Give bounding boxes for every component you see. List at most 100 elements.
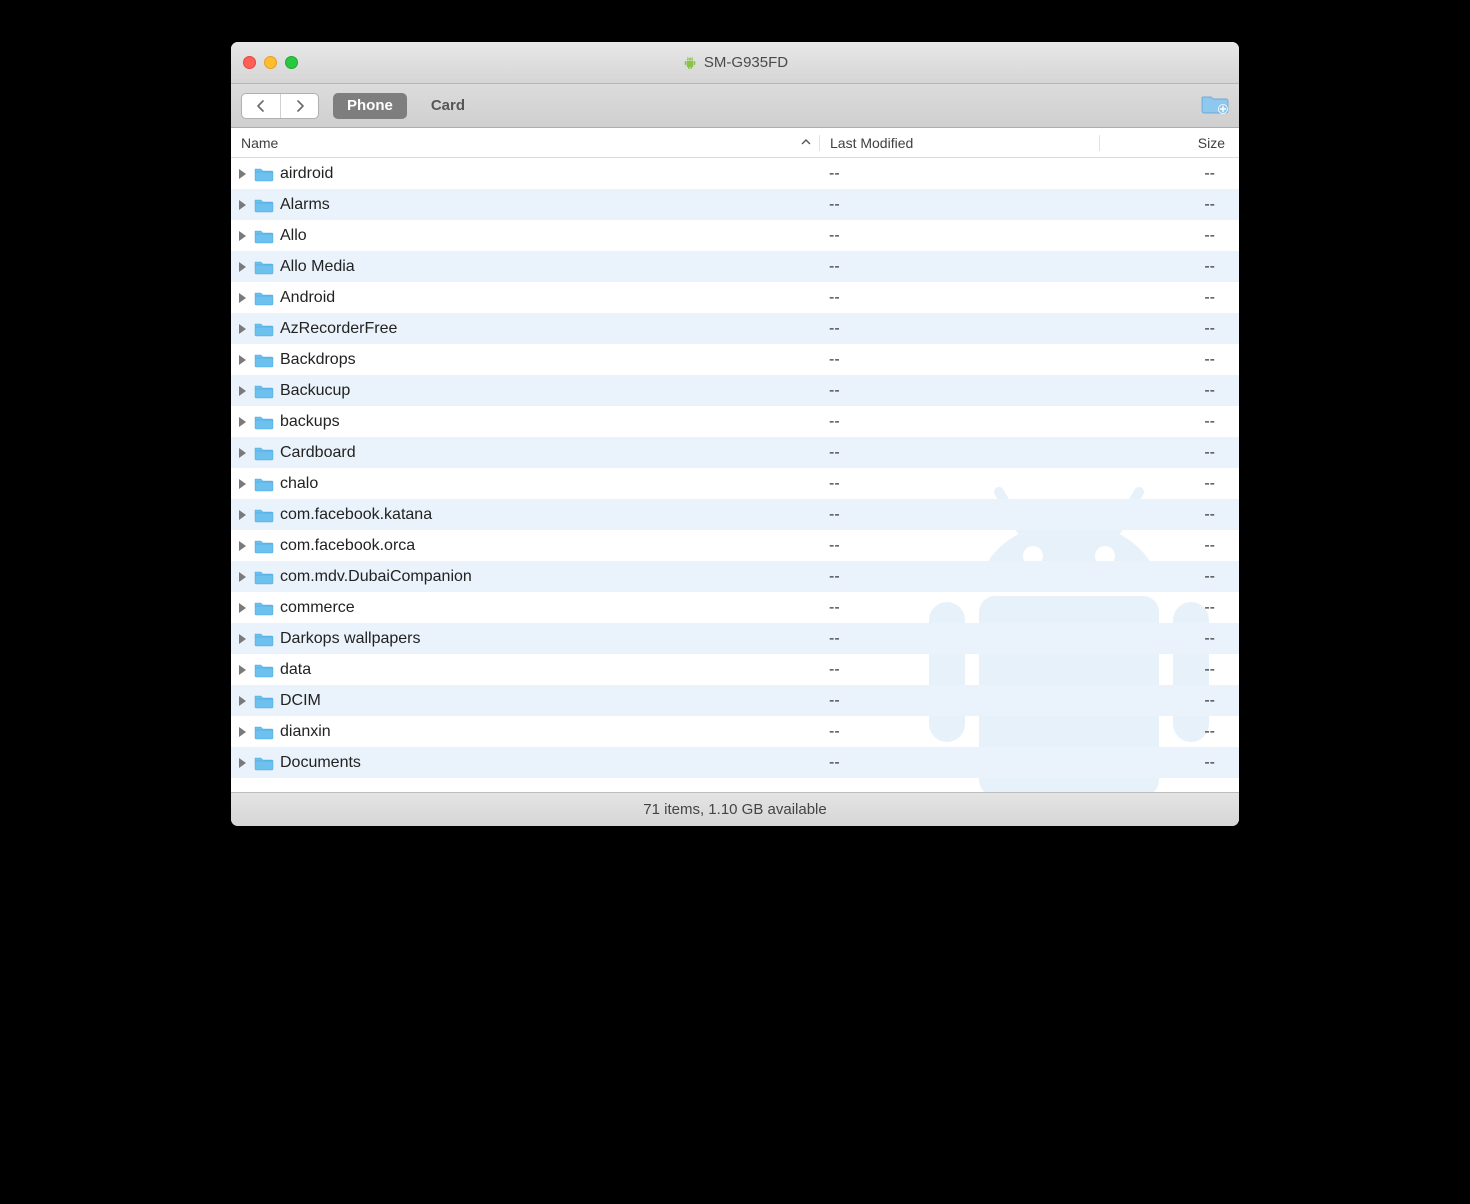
- disclosure-triangle-icon[interactable]: [239, 603, 246, 613]
- nav-back-button[interactable]: [242, 94, 280, 118]
- table-row[interactable]: com.facebook.katana -- --: [231, 499, 1239, 530]
- folder-icon: [254, 693, 274, 709]
- table-row[interactable]: Darkops wallpapers -- --: [231, 623, 1239, 654]
- disclosure-triangle-icon[interactable]: [239, 758, 246, 768]
- file-name: Documents: [280, 754, 361, 772]
- file-size: --: [1099, 165, 1239, 183]
- sort-indicator-icon: [801, 137, 811, 149]
- disclosure-triangle-icon[interactable]: [239, 293, 246, 303]
- folder-add-icon: [1201, 91, 1229, 115]
- file-name: Backucup: [280, 382, 350, 400]
- file-name: Allo Media: [280, 258, 355, 276]
- table-row[interactable]: Allo Media -- --: [231, 251, 1239, 282]
- table-row[interactable]: com.mdv.DubaiCompanion -- --: [231, 561, 1239, 592]
- file-name: airdroid: [280, 165, 333, 183]
- disclosure-triangle-icon[interactable]: [239, 665, 246, 675]
- tab-card[interactable]: Card: [417, 93, 479, 119]
- disclosure-triangle-icon[interactable]: [239, 727, 246, 737]
- column-size[interactable]: Size: [1099, 135, 1239, 151]
- nav-back-forward: [241, 93, 319, 119]
- folder-icon: [254, 321, 274, 337]
- folder-icon: [254, 290, 274, 306]
- table-row[interactable]: Backucup -- --: [231, 375, 1239, 406]
- file-size: --: [1099, 692, 1239, 710]
- file-size: --: [1099, 227, 1239, 245]
- table-row[interactable]: chalo -- --: [231, 468, 1239, 499]
- disclosure-triangle-icon[interactable]: [239, 479, 246, 489]
- columns-header: Name Last Modified Size: [231, 128, 1239, 158]
- folder-icon: [254, 383, 274, 399]
- app-window: SM-G935FD Phone Card: [231, 42, 1239, 826]
- table-row[interactable]: DCIM -- --: [231, 685, 1239, 716]
- disclosure-triangle-icon[interactable]: [239, 417, 246, 427]
- chevron-right-icon: [294, 100, 306, 112]
- file-size: --: [1099, 568, 1239, 586]
- table-row[interactable]: com.facebook.orca -- --: [231, 530, 1239, 561]
- disclosure-triangle-icon[interactable]: [239, 355, 246, 365]
- file-modified: --: [819, 351, 1099, 369]
- folder-icon: [254, 228, 274, 244]
- file-size: --: [1099, 351, 1239, 369]
- file-modified: --: [819, 444, 1099, 462]
- disclosure-triangle-icon[interactable]: [239, 386, 246, 396]
- disclosure-triangle-icon[interactable]: [239, 262, 246, 272]
- table-row[interactable]: Android -- --: [231, 282, 1239, 313]
- file-name: data: [280, 661, 311, 679]
- table-row[interactable]: commerce -- --: [231, 592, 1239, 623]
- disclosure-triangle-icon[interactable]: [239, 541, 246, 551]
- folder-icon: [254, 631, 274, 647]
- file-size: --: [1099, 475, 1239, 493]
- column-modified-label: Last Modified: [830, 135, 913, 151]
- folder-icon: [254, 538, 274, 554]
- table-row[interactable]: dianxin -- --: [231, 716, 1239, 747]
- file-modified: --: [819, 506, 1099, 524]
- zoom-button[interactable]: [285, 56, 298, 69]
- table-row[interactable]: backups -- --: [231, 406, 1239, 437]
- file-size: --: [1099, 537, 1239, 555]
- file-size: --: [1099, 506, 1239, 524]
- disclosure-triangle-icon[interactable]: [239, 200, 246, 210]
- table-row[interactable]: Cardboard -- --: [231, 437, 1239, 468]
- disclosure-triangle-icon[interactable]: [239, 231, 246, 241]
- disclosure-triangle-icon[interactable]: [239, 696, 246, 706]
- disclosure-triangle-icon[interactable]: [239, 324, 246, 334]
- file-name: chalo: [280, 475, 318, 493]
- folder-icon: [254, 476, 274, 492]
- table-row[interactable]: Alarms -- --: [231, 189, 1239, 220]
- file-size: --: [1099, 630, 1239, 648]
- tab-phone[interactable]: Phone: [333, 93, 407, 119]
- file-modified: --: [819, 227, 1099, 245]
- file-size: --: [1099, 754, 1239, 772]
- file-list[interactable]: airdroid -- -- Alarms -- -- Allo -- -- A…: [231, 158, 1239, 792]
- file-modified: --: [819, 475, 1099, 493]
- column-modified[interactable]: Last Modified: [819, 135, 1099, 151]
- file-modified: --: [819, 692, 1099, 710]
- file-size: --: [1099, 320, 1239, 338]
- file-size: --: [1099, 382, 1239, 400]
- disclosure-triangle-icon[interactable]: [239, 634, 246, 644]
- new-folder-button[interactable]: [1201, 91, 1229, 120]
- table-row[interactable]: Allo -- --: [231, 220, 1239, 251]
- file-size: --: [1099, 661, 1239, 679]
- nav-forward-button[interactable]: [280, 94, 318, 118]
- file-name: Android: [280, 289, 335, 307]
- table-row[interactable]: Documents -- --: [231, 747, 1239, 778]
- close-button[interactable]: [243, 56, 256, 69]
- folder-icon: [254, 414, 274, 430]
- table-row[interactable]: AzRecorderFree -- --: [231, 313, 1239, 344]
- disclosure-triangle-icon[interactable]: [239, 169, 246, 179]
- table-row[interactable]: data -- --: [231, 654, 1239, 685]
- tab-label: Card: [431, 97, 465, 114]
- column-name[interactable]: Name: [231, 135, 819, 151]
- disclosure-triangle-icon[interactable]: [239, 572, 246, 582]
- table-row[interactable]: airdroid -- --: [231, 158, 1239, 189]
- file-modified: --: [819, 661, 1099, 679]
- storage-tabs: Phone Card: [333, 93, 479, 119]
- disclosure-triangle-icon[interactable]: [239, 510, 246, 520]
- minimize-button[interactable]: [264, 56, 277, 69]
- table-row[interactable]: Backdrops -- --: [231, 344, 1239, 375]
- file-modified: --: [819, 630, 1099, 648]
- file-modified: --: [819, 754, 1099, 772]
- disclosure-triangle-icon[interactable]: [239, 448, 246, 458]
- file-modified: --: [819, 289, 1099, 307]
